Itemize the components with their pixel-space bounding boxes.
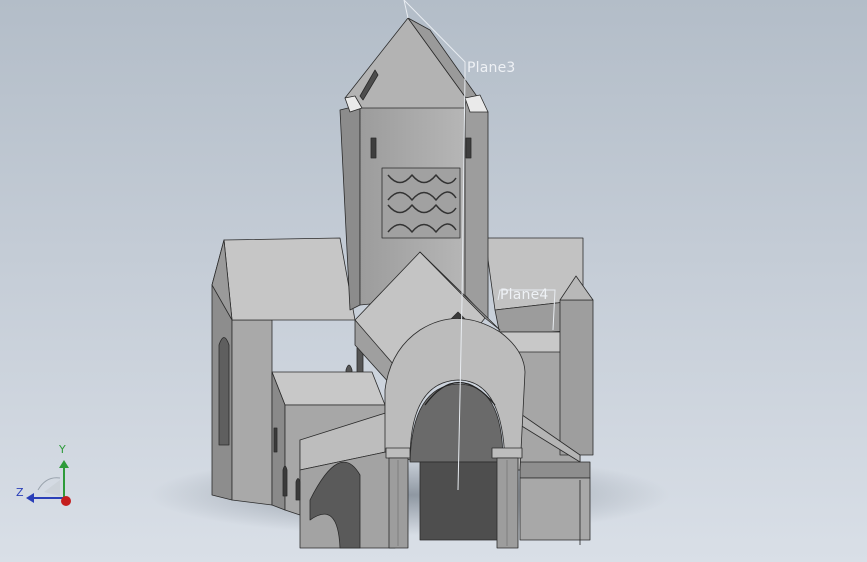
church-3d-model[interactable] [0,0,867,562]
orientation-triad[interactable] [26,460,71,506]
z-axis-label: Z [16,486,24,499]
tracery-window [381,167,461,239]
graphics-viewport[interactable]: Plane3 Plane4 Y Z [0,0,867,562]
y-axis-label: Y [59,443,66,456]
plane4-label[interactable]: Plane4 [500,287,549,303]
entrance-portal [384,318,526,549]
z-axis-arrow-icon [26,493,34,503]
x-axis-dot-icon [61,496,71,506]
y-axis-arrow-icon [59,460,69,468]
plane3-label[interactable]: Plane3 [467,60,516,76]
